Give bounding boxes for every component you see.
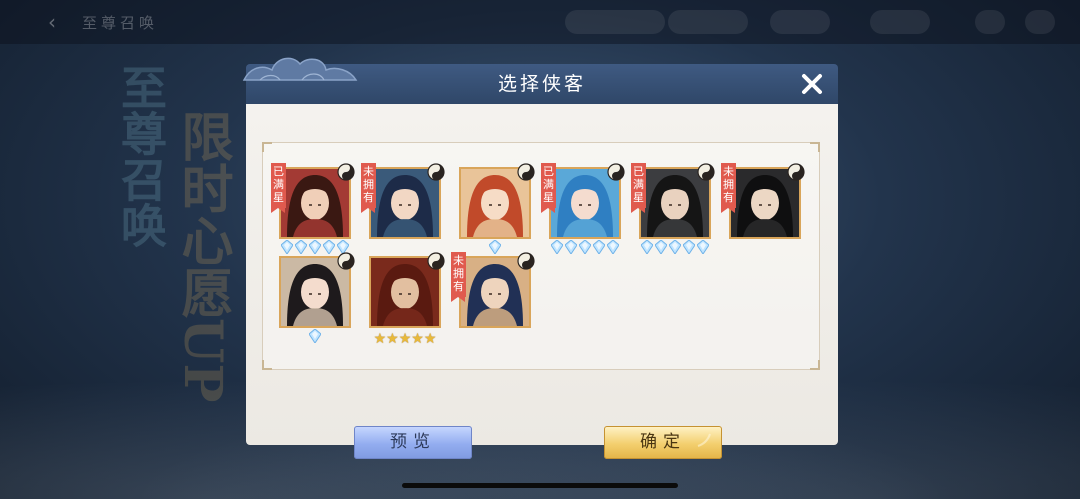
currency-chip <box>668 10 748 34</box>
currency-chip <box>565 10 665 34</box>
yin-yang-icon <box>427 163 445 181</box>
blue-gem-star-icon <box>550 239 564 255</box>
yin-yang-icon <box>607 163 625 181</box>
status-tag-label: 已满星 <box>633 165 644 204</box>
hero-card[interactable] <box>459 163 535 255</box>
yin-yang-icon <box>787 163 805 181</box>
status-tag: 未拥有 <box>451 252 466 302</box>
hero-card[interactable]: 未拥有 <box>451 252 535 328</box>
preview-button[interactable]: 预览 <box>354 426 472 459</box>
blue-gem-star-icon <box>564 239 578 255</box>
blue-gem-star-icon <box>322 239 336 255</box>
status-tag: 未拥有 <box>361 163 376 213</box>
blue-gem-star-icon <box>578 239 592 255</box>
gold-star-icon: ★ <box>373 331 387 347</box>
hero-card[interactable]: 已满星 <box>541 163 625 255</box>
currency-chip <box>870 10 930 34</box>
hero-card[interactable]: 未拥有 <box>721 163 805 239</box>
blue-gem-star-icon <box>280 239 294 255</box>
yin-yang-icon <box>517 163 535 181</box>
settings-icon <box>975 10 1005 34</box>
gold-star-icon: ★ <box>423 331 437 347</box>
star-rating <box>639 239 711 255</box>
blue-gem-star-icon <box>640 239 654 255</box>
blue-gem-star-icon <box>606 239 620 255</box>
home-indicator[interactable] <box>402 483 678 488</box>
menu-icon <box>1025 10 1055 34</box>
blue-gem-star-icon <box>592 239 606 255</box>
blue-gem-star-icon <box>308 328 322 344</box>
hero-card[interactable]: 未拥有 <box>361 163 445 239</box>
status-tag: 已满星 <box>541 163 556 213</box>
hero-card[interactable]: 已满星 <box>631 163 715 255</box>
status-tag-label: 未拥有 <box>453 254 464 293</box>
sparkle-icon <box>697 433 711 447</box>
status-tag: 已满星 <box>631 163 646 213</box>
blue-gem-star-icon <box>308 239 322 255</box>
hero-card[interactable] <box>279 252 355 344</box>
gold-star-icon: ★ <box>411 331 424 347</box>
yin-yang-icon <box>427 252 445 270</box>
status-tag: 未拥有 <box>721 163 736 213</box>
star-rating <box>549 239 621 255</box>
status-tag-label: 已满星 <box>273 165 284 204</box>
star-rating: ★★★★★ <box>369 328 441 347</box>
close-button[interactable] <box>796 68 828 100</box>
star-rating <box>279 328 351 344</box>
confirm-button-label: 确定 <box>640 432 686 452</box>
blue-gem-star-icon <box>654 239 668 255</box>
blue-gem-star-icon <box>294 239 308 255</box>
status-tag-label: 已满星 <box>543 165 554 204</box>
dialog-header: 选择侠客 <box>242 57 838 104</box>
top-bar: ‹ 至尊召唤 <box>0 0 1080 44</box>
hero-card[interactable]: 已满星 <box>271 163 355 255</box>
yin-yang-icon <box>337 163 355 181</box>
yin-yang-icon <box>697 163 715 181</box>
yin-yang-icon <box>337 252 355 270</box>
dialog-title: 选择侠客 <box>497 73 586 95</box>
back-icon[interactable]: ‹ <box>48 10 56 34</box>
blue-gem-star-icon <box>696 239 710 255</box>
gold-star-icon: ★ <box>386 331 399 347</box>
currency-chip <box>770 10 830 34</box>
banner-text: 至尊召唤 <box>114 64 168 248</box>
yin-yang-icon <box>517 252 535 270</box>
confirm-button[interactable]: 确定 <box>604 426 722 459</box>
hero-grid-panel: 已满星 未拥有 已满星 已满星 未拥有 ★★★★★ 未拥有 <box>262 142 820 370</box>
status-tag: 已满星 <box>271 163 286 213</box>
blue-gem-star-icon <box>668 239 682 255</box>
select-hero-dialog: 选择侠客 已满星 未拥有 已满星 已满星 未拥有 ★★★★★ 未拥有 预览 确定 <box>242 57 838 459</box>
blue-gem-star-icon <box>336 239 350 255</box>
gold-star-icon: ★ <box>398 331 412 347</box>
close-icon <box>802 74 822 94</box>
dialog-body: 已满星 未拥有 已满星 已满星 未拥有 ★★★★★ 未拥有 预览 确定 <box>246 104 838 459</box>
status-tag-label: 未拥有 <box>723 165 734 204</box>
page-title: 至尊召唤 <box>82 14 159 32</box>
preview-button-label: 预览 <box>390 432 436 452</box>
status-tag-label: 未拥有 <box>363 165 374 204</box>
blue-gem-star-icon <box>488 239 502 255</box>
blue-gem-star-icon <box>682 239 696 255</box>
hero-card[interactable]: ★★★★★ <box>369 252 445 347</box>
